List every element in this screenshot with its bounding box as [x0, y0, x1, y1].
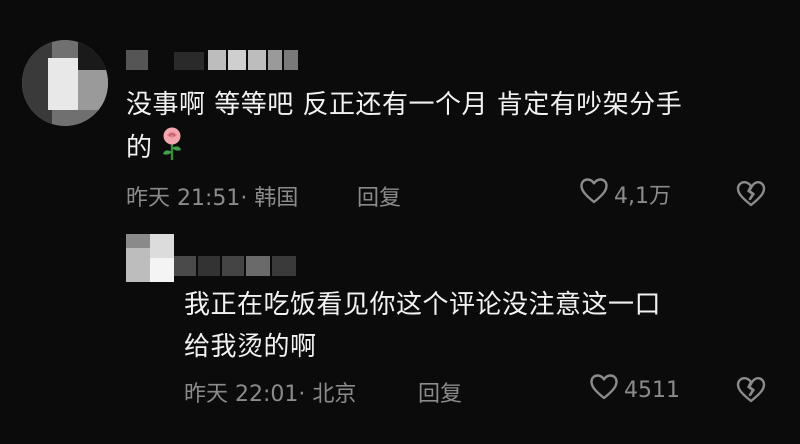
username-blurred[interactable] — [126, 44, 306, 72]
like-count: 4511 — [624, 377, 680, 403]
rose-emoji — [159, 126, 185, 175]
reply-button[interactable]: 回复 — [418, 376, 462, 408]
like-count: 4,1万 — [614, 184, 671, 209]
comment-text-line-2: 给我烫的啊 — [184, 332, 317, 362]
username-blurred[interactable] — [174, 244, 304, 276]
timestamp: 昨天 22:01 — [184, 382, 299, 407]
comment-text-line-1: 我正在吃饭看见你这个评论没注意这一口 — [184, 290, 662, 320]
comment-text-line-1: 没事啊 等等吧 反正还有一个月 肯定有吵架分手 — [126, 90, 683, 120]
comment-text: 我正在吃饭看见你这个评论没注意这一口 给我烫的啊 — [184, 284, 764, 368]
dislike-button[interactable] — [736, 180, 766, 212]
dislike-button[interactable] — [736, 376, 766, 408]
location: 北京 — [312, 382, 357, 407]
heart-outline-icon — [590, 374, 618, 406]
avatar[interactable] — [126, 234, 174, 282]
broken-heart-icon — [736, 181, 766, 212]
comment-text: 没事啊 等等吧 反正还有一个月 肯定有吵架分手 的 — [126, 84, 766, 175]
comment-meta: 昨天 21:51· 韩国 — [126, 186, 299, 211]
location: 韩国 — [254, 186, 299, 211]
heart-outline-icon — [580, 178, 608, 210]
comment-meta: 昨天 22:01· 北京 — [184, 382, 357, 407]
reply-button[interactable]: 回复 — [357, 180, 401, 212]
like-button[interactable]: 4511 — [590, 374, 680, 406]
avatar[interactable] — [22, 40, 108, 126]
comment-text-line-2: 的 — [126, 126, 766, 175]
timestamp: 昨天 21:51 — [126, 186, 241, 211]
like-button[interactable]: 4,1万 — [580, 178, 671, 210]
broken-heart-icon — [736, 377, 766, 408]
